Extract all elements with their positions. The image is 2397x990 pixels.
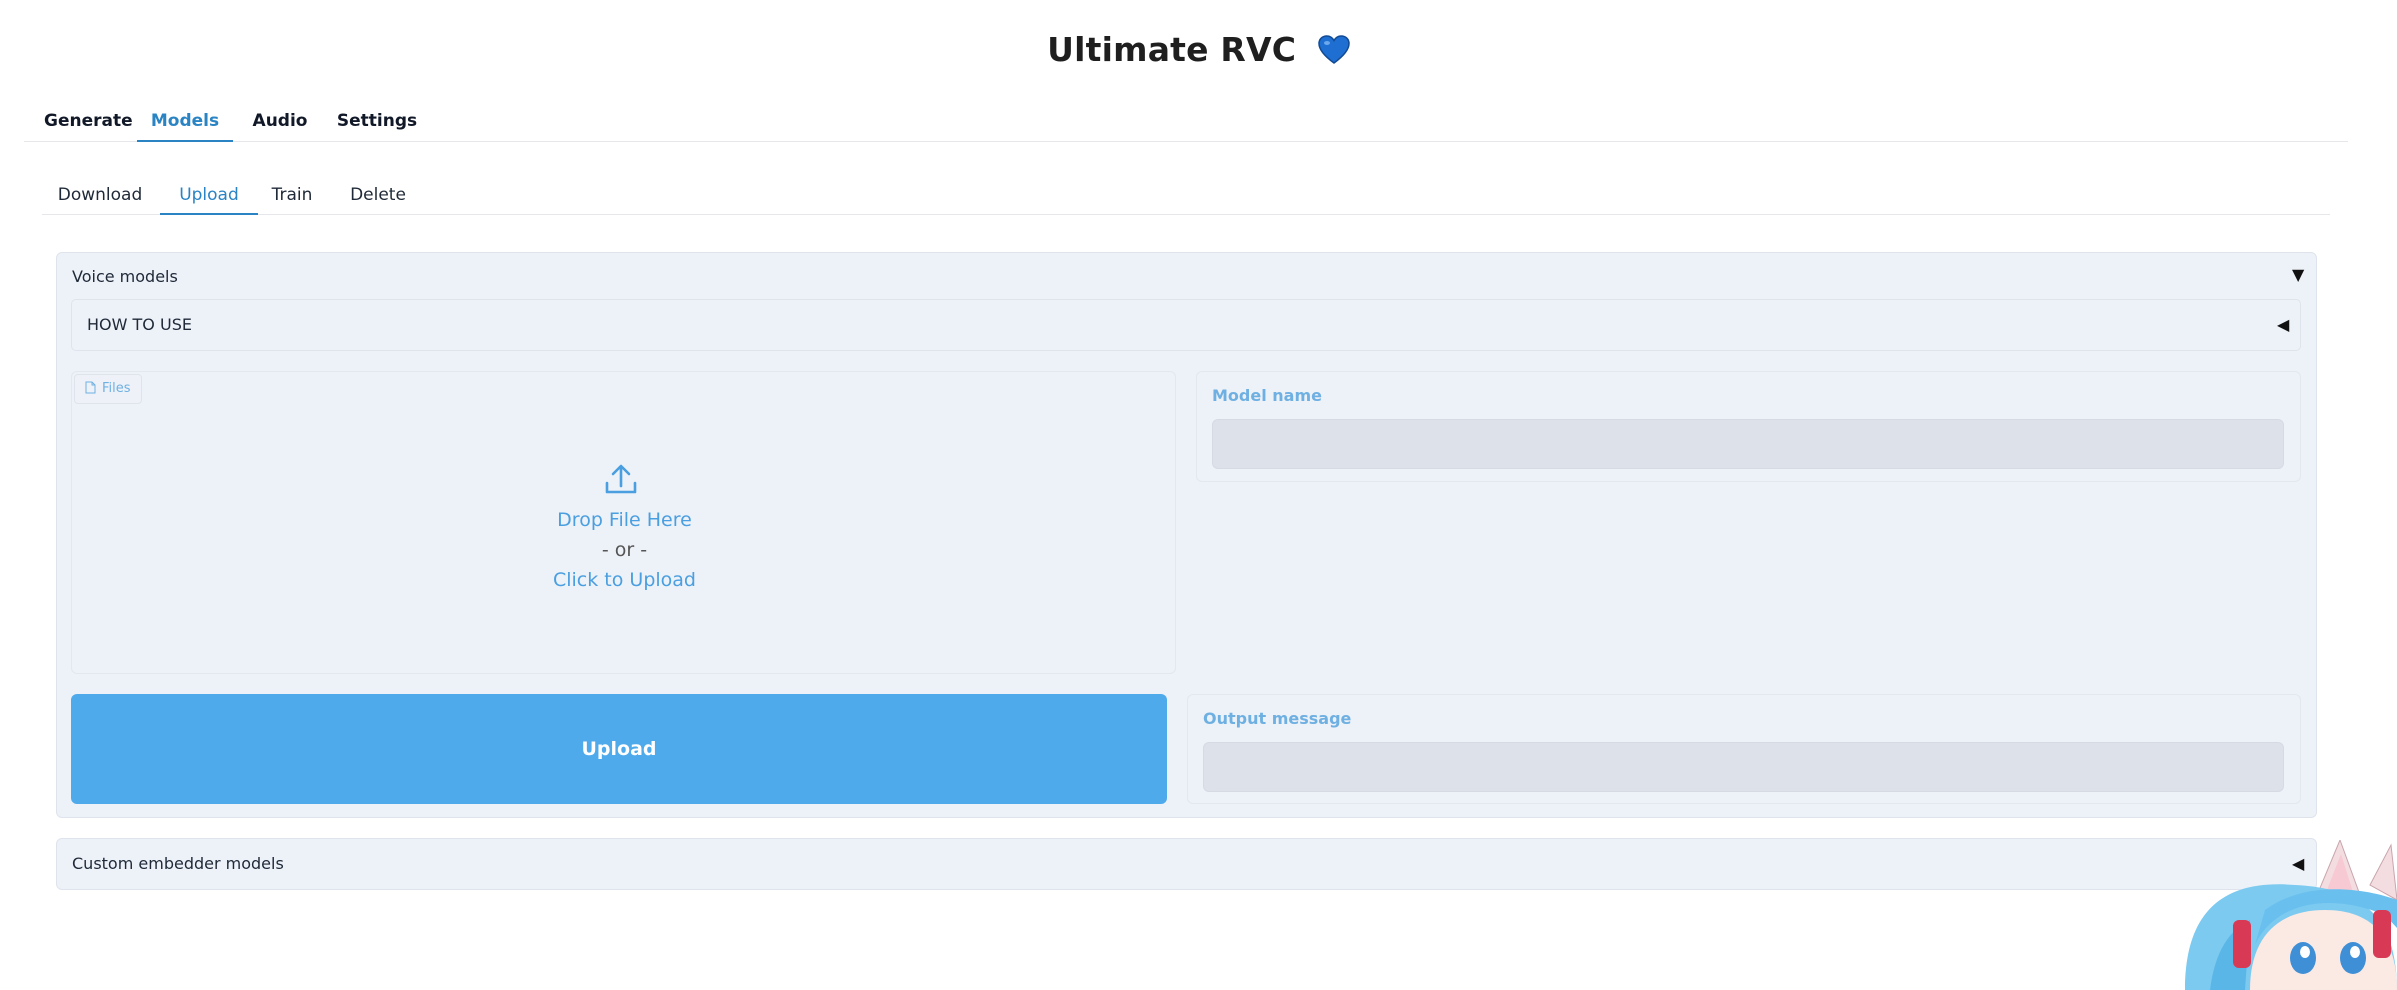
app-title-text: Ultimate RVC <box>1047 30 1308 69</box>
tab-models[interactable]: Models <box>137 100 233 142</box>
upload-button[interactable]: Upload <box>71 694 1167 804</box>
files-label: Files <box>74 374 142 404</box>
main-tab-bar: Generate Models Audio Settings <box>24 100 2348 142</box>
tab-delete[interactable]: Delete <box>348 175 408 215</box>
app-title: Ultimate RVC <box>0 30 2397 73</box>
blue-heart-icon <box>1318 34 1350 73</box>
output-message-field[interactable] <box>1203 742 2284 792</box>
model-name-label: Model name <box>1212 386 1322 405</box>
collapse-arrow-icon[interactable]: ▼ <box>2292 265 2304 284</box>
how-to-use-title: HOW TO USE <box>87 315 192 334</box>
files-label-text: Files <box>102 381 131 396</box>
custom-embedder-title: Custom embedder models <box>72 854 284 873</box>
sub-tab-bar: Download Upload Train Delete <box>42 175 2330 215</box>
output-message-label: Output message <box>1203 709 1352 728</box>
output-message-block: Output message <box>1187 694 2301 804</box>
voice-models-title[interactable]: Voice models <box>72 267 178 286</box>
or-text: - or - <box>601 539 648 561</box>
how-to-use-accordion[interactable]: HOW TO USE ◀ <box>71 299 2301 351</box>
tab-settings[interactable]: Settings <box>335 100 419 142</box>
tab-generate[interactable]: Generate <box>44 100 133 142</box>
tab-train[interactable]: Train <box>270 175 314 215</box>
upload-icon <box>604 462 638 500</box>
model-name-block: Model name <box>1196 371 2301 482</box>
model-name-input[interactable] <box>1212 419 2284 469</box>
drop-file-text: Drop File Here <box>557 509 692 531</box>
custom-embedder-accordion[interactable]: Custom embedder models ◀ <box>56 838 2317 890</box>
tab-download[interactable]: Download <box>52 175 148 215</box>
file-dropzone[interactable]: Files Drop File Here - or - Click to Upl… <box>71 371 1176 674</box>
tab-upload[interactable]: Upload <box>160 175 258 215</box>
tab-audio[interactable]: Audio <box>251 100 309 142</box>
file-icon <box>85 381 102 396</box>
click-to-upload-text: Click to Upload <box>552 569 696 591</box>
mascot-illustration <box>2155 838 2397 990</box>
expand-arrow-icon: ◀ <box>2277 315 2290 334</box>
voice-models-accordion: Voice models ▼ HOW TO USE ◀ Files Drop F… <box>56 252 2317 818</box>
